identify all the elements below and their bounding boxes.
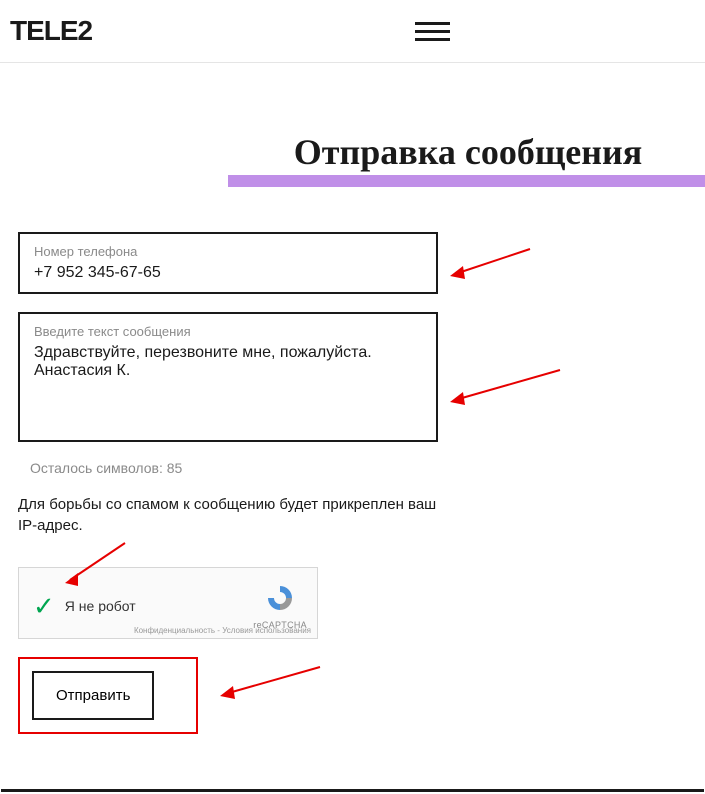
- message-input-box[interactable]: Введите текст сообщения: [18, 312, 438, 442]
- check-icon: ✓: [33, 591, 55, 622]
- submit-button[interactable]: Отправить: [32, 671, 154, 720]
- phone-input-box[interactable]: Номер телефона: [18, 232, 438, 294]
- message-label: Введите текст сообщения: [34, 324, 422, 339]
- recaptcha-icon: [265, 583, 295, 613]
- header: TELE2: [0, 0, 705, 63]
- page-title: Отправка сообщения: [228, 133, 705, 187]
- submit-highlight: Отправить: [18, 657, 198, 734]
- logo: TELE2: [10, 15, 92, 47]
- content: Отправка сообщения Номер телефона Введит…: [0, 133, 705, 734]
- phone-input[interactable]: [34, 264, 422, 282]
- captcha-brand-block: reCAPTCHA: [253, 583, 307, 630]
- recaptcha[interactable]: ✓ Я не робот reCAPTCHA Конфиденциальност…: [18, 567, 318, 639]
- captcha-footer: Конфиденциальность - Условия использован…: [134, 626, 311, 635]
- message-textarea[interactable]: [34, 344, 422, 416]
- chars-left: Осталось символов: 85: [30, 460, 687, 476]
- phone-label: Номер телефона: [34, 244, 422, 259]
- captcha-label: Я не робот: [65, 598, 136, 614]
- info-text: Для борьбы со спамом к сообщению будет п…: [18, 494, 448, 538]
- footer-divider: [1, 789, 704, 792]
- menu-icon[interactable]: [415, 17, 450, 46]
